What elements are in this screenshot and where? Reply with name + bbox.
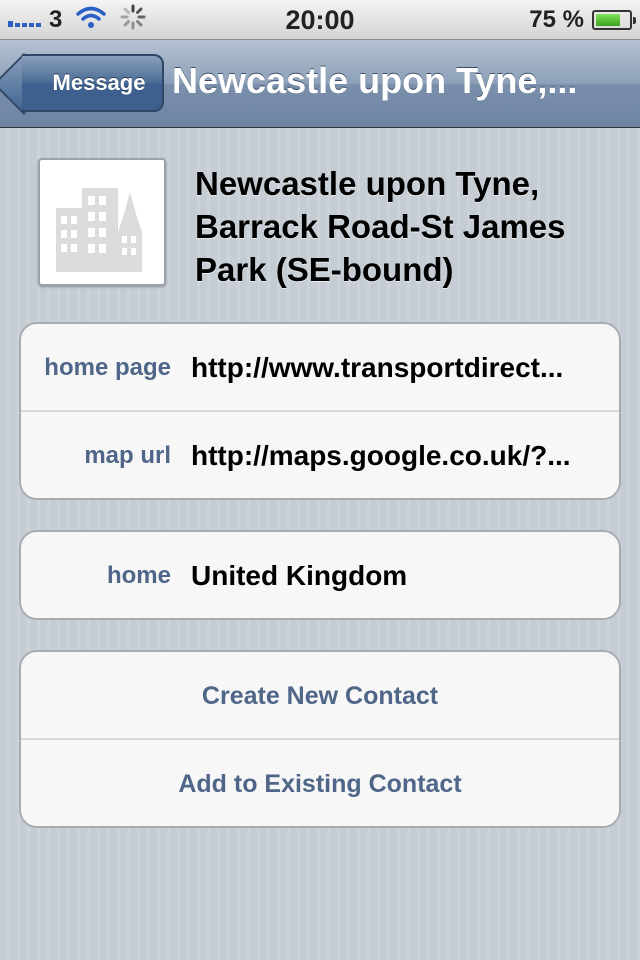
contact-name: Newcastle upon Tyne, Barrack Road-St Jam…: [195, 165, 566, 288]
building-icon: [56, 188, 142, 272]
status-bar: 3 20:00 75 %: [0, 0, 640, 40]
field-label: home page: [44, 354, 171, 381]
contact-photo[interactable]: [38, 158, 166, 286]
field-label: home: [106, 562, 171, 589]
back-button-label: Message: [52, 70, 146, 95]
field-value-address[interactable]: United Kingdom: [191, 532, 605, 618]
create-new-contact-button[interactable]: Create New Contact: [21, 652, 619, 740]
battery-level: [596, 14, 620, 26]
address-group: home United Kingdom: [19, 530, 621, 620]
field-home-address[interactable]: home United Kingdom: [21, 532, 619, 618]
field-label: map url: [84, 442, 171, 469]
field-value-url[interactable]: http://maps.google.co.uk/?...: [191, 412, 605, 498]
battery-icon: [592, 10, 636, 30]
nav-title: Newcastle upon Tyne,...: [172, 60, 578, 101]
field-home-page[interactable]: home page http://www.transportdirect...: [21, 324, 619, 412]
add-to-existing-contact-button[interactable]: Add to Existing Contact: [21, 740, 619, 826]
navigation-bar: Message Newcastle upon Tyne,...: [0, 40, 640, 128]
contact-fields-group: home page http://www.transportdirect... …: [19, 322, 621, 500]
field-value-url[interactable]: http://www.transportdirect...: [191, 324, 605, 412]
contact-actions-group: Create New Contact Add to Existing Conta…: [19, 650, 621, 828]
battery-percent: 75 %: [529, 6, 584, 33]
back-button[interactable]: Message: [22, 54, 164, 112]
field-map-url[interactable]: map url http://maps.google.co.uk/?...: [21, 412, 619, 498]
